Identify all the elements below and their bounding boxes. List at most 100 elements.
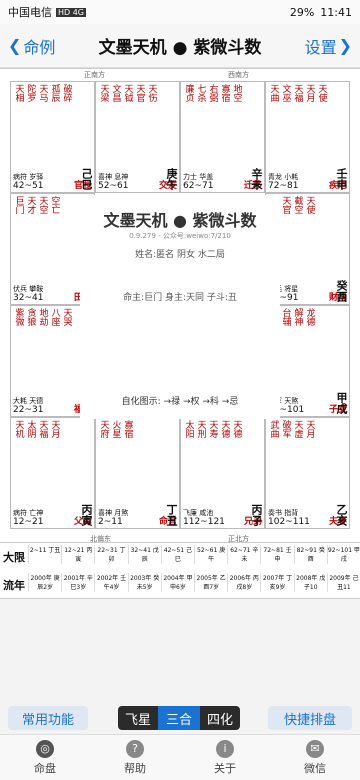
star-name: 天 <box>98 84 109 93</box>
liunian-cell[interactable]: 2000年 庚辰2岁 <box>28 573 61 592</box>
ganzhi-label: 己巳 <box>80 168 93 190</box>
star-column: 太阳 <box>183 420 194 438</box>
star-name: 寡 <box>122 420 133 429</box>
daxian-table: 大限 流年 2~11 丁丑 12~21 丙寅 22~31 丁卯 32~41 戊辰 42~… <box>0 543 360 599</box>
daxian-cell[interactable]: 22~31 丁卯 <box>94 545 127 564</box>
star-column: 寡宿 <box>122 420 133 438</box>
star-name: 月 <box>49 429 60 438</box>
palace-cell[interactable]: 天相陀罗天马孤辰破碎病符 岁驿 42~51 官禄 己巳 <box>10 81 95 193</box>
star-name: 使 <box>304 205 315 214</box>
daxian-cell[interactable]: 32~41 戊辰 <box>127 545 161 564</box>
tab-help[interactable]: ? 帮助 <box>90 735 180 780</box>
star-name: 七 <box>195 84 206 93</box>
star-name: 才 <box>25 205 36 214</box>
liunian-cell[interactable]: 2005年 乙酉7岁 <box>194 573 227 592</box>
liunian-cell[interactable]: 2007年 丁亥9岁 <box>260 573 293 592</box>
palace-cell[interactable]: 天机太阴天福天月病符 亡神 12~21 父母 丙寅 <box>10 417 95 529</box>
tab-feixing[interactable]: 飞星 <box>118 706 158 730</box>
battery-label: 29% <box>289 5 315 19</box>
star-column: 天月 <box>304 84 315 102</box>
star-name: 天 <box>292 84 303 93</box>
star-name: 官 <box>280 205 291 214</box>
tab-mingpan[interactable]: ◎ 命盘 <box>0 735 90 780</box>
ganzhi-label: 丁丑 <box>165 504 178 526</box>
star-name: 杀 <box>195 93 206 102</box>
star-column: 天相 <box>13 84 24 102</box>
palace-cell[interactable]: 太阳天刑天寿天德天德飞廉 咸池 112~121 兄弟 丙子 <box>180 417 265 529</box>
star-name: 福 <box>37 429 48 438</box>
common-functions-button[interactable]: 常用功能 <box>8 706 88 730</box>
star-column: 天月 <box>49 420 60 438</box>
liunian-cell[interactable]: 2008年 戊子10 <box>293 573 327 592</box>
daxian-cell[interactable]: 2~11 丁丑 <box>28 545 61 564</box>
star-column: 右弼 <box>207 84 218 102</box>
star-name: 文 <box>110 84 121 93</box>
star-name: 微 <box>13 317 24 326</box>
liunian-cell[interactable]: 2002年 壬午4岁 <box>94 573 127 592</box>
star-name: 相 <box>13 93 24 102</box>
tab-wechat[interactable]: ✉ 微信 <box>270 735 360 780</box>
center-subtitle: 0.9.279 - 公众号:weiwo:7/210 <box>129 232 231 240</box>
daxian-cell[interactable]: 12~21 丙寅 <box>61 545 94 564</box>
chevron-right-icon: ❯ <box>338 36 352 55</box>
age-range: 52~61 <box>98 181 129 191</box>
daxian-cell[interactable]: 72~81 壬申 <box>260 545 293 564</box>
daxian-cell[interactable]: 42~51 己巳 <box>160 545 194 564</box>
daxian-label: 大限 <box>3 551 25 564</box>
star-name: 地 <box>37 308 48 317</box>
star-column: 巨门 <box>13 196 24 214</box>
ganzhi-label: 庚午 <box>165 168 178 190</box>
age-range: 22~31 <box>13 405 44 415</box>
star-name: 曲 <box>268 429 279 438</box>
star-name: 天 <box>207 420 218 429</box>
star-name: 破 <box>280 420 291 429</box>
daxian-cell[interactable]: 52~61 庚午 <box>194 545 227 564</box>
star-name: 天 <box>268 84 279 93</box>
liunian-cell[interactable]: 2006年 丙戌8岁 <box>227 573 260 592</box>
star-name: 阴 <box>25 429 36 438</box>
tab-about[interactable]: i 关于 <box>180 735 270 780</box>
time-label: 11:41 <box>320 5 352 19</box>
palace-cell[interactable]: 廉贞七杀右弼寡宿地空力士 华盖 62~71 迁移 辛未 <box>180 81 265 193</box>
palace-cell[interactable]: 武曲破军天虚天月奏书 指背 102~111 夫妻 乙亥 <box>265 417 350 529</box>
star-name: 天 <box>37 196 48 205</box>
star-name: 阳 <box>183 429 194 438</box>
quick-chart-button[interactable]: 快捷排盘 <box>268 706 352 730</box>
star-name: 陀 <box>25 84 36 93</box>
star-column: 天空 <box>37 196 48 214</box>
star-name: 亡 <box>49 205 60 214</box>
daxian-cell[interactable]: 92~101 甲戌 <box>326 545 360 564</box>
star-name: 巫 <box>280 93 291 102</box>
daxian-cell[interactable]: 62~71 辛未 <box>227 545 260 564</box>
star-name: 官 <box>134 93 145 102</box>
age-range: 112~121 <box>183 517 225 527</box>
star-name: 紫 <box>13 308 24 317</box>
star-name: 天 <box>61 308 72 317</box>
ganzhi-label: 癸酉 <box>335 280 348 302</box>
direction-label: 正南方 <box>84 71 105 79</box>
star-name: 空 <box>292 205 303 214</box>
back-button[interactable]: ❮ 命例 <box>0 34 55 58</box>
settings-button[interactable]: 设置 ❯ <box>305 34 360 58</box>
star-column: 解神 <box>292 308 303 326</box>
star-column: 天伤 <box>146 84 157 102</box>
center-master-line: 命主:巨门 身主:天同 子斗:丑 <box>123 293 237 303</box>
liunian-cell[interactable]: 2009年 己丑11 <box>326 573 360 592</box>
liunian-cell[interactable]: 2001年 辛巳3岁 <box>61 573 94 592</box>
star-column: 文巫 <box>280 84 291 102</box>
star-name: 虚 <box>292 429 303 438</box>
palace-cell[interactable]: 天梁文昌天钺天官天伤喜神 息神 52~61 交友 庚午 <box>95 81 180 193</box>
liunian-cell[interactable]: 2004年 甲申6岁 <box>160 573 194 592</box>
star-name: 巨 <box>13 196 24 205</box>
palace-cell[interactable]: 天府火星寡宿喜神 月煞 2~11 命宫 丁丑 <box>95 417 180 529</box>
chart-center: 文墨天机 ● 紫微斗数 0.9.279 - 公众号:weiwo:7/210 姓名… <box>80 195 280 419</box>
liunian-cell[interactable]: 2003年 癸未5岁 <box>127 573 161 592</box>
tab-sihua[interactable]: 四化 <box>200 706 240 730</box>
star-name: 天 <box>280 196 291 205</box>
ganzhi-label: 丙子 <box>250 504 263 526</box>
tab-sanhe[interactable]: 三合 <box>158 706 200 730</box>
age-range: 102~111 <box>268 517 310 527</box>
palace-cell[interactable]: 天曲文巫天福天月天使青龙 小耗 72~81 疾厄 壬申 <box>265 81 350 193</box>
daxian-cell[interactable]: 82~91 癸酉 <box>293 545 327 564</box>
age-range: 32~41 <box>13 293 44 303</box>
